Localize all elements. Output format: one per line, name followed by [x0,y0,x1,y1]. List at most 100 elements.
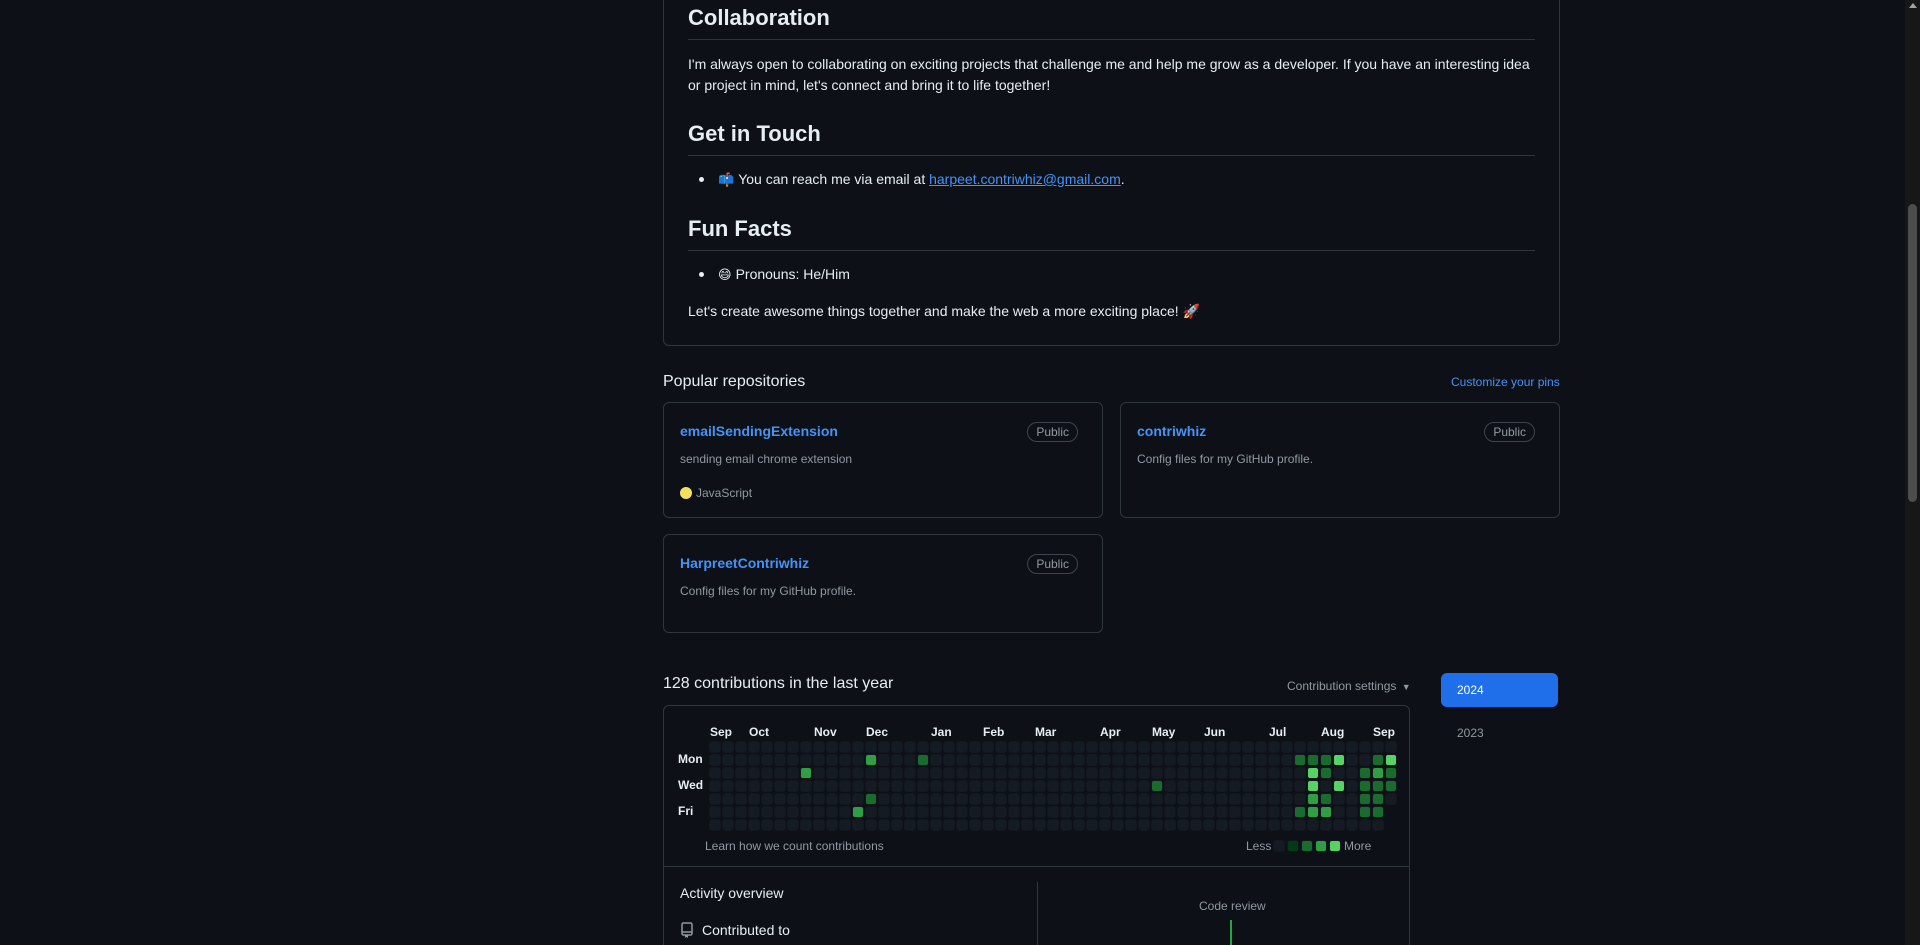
contribution-day-cell[interactable] [1152,768,1162,778]
contribution-day-cell[interactable] [827,742,837,752]
contribution-day-cell[interactable] [1022,755,1032,765]
contribution-day-cell[interactable] [775,781,785,791]
contribution-day-cell[interactable] [1009,768,1019,778]
contribution-day-cell[interactable] [788,807,798,817]
contribution-day-cell[interactable] [879,781,889,791]
contribution-day-cell[interactable] [814,781,824,791]
contribution-day-cell[interactable] [1269,807,1279,817]
contribution-day-cell[interactable] [736,755,746,765]
contribution-day-cell[interactable] [1139,781,1149,791]
contribution-day-cell[interactable] [1152,755,1162,765]
contribution-day-cell[interactable] [1009,820,1019,830]
contribution-day-cell[interactable] [1386,768,1396,778]
contribution-day-cell[interactable] [1165,820,1175,830]
contribution-day-cell[interactable] [788,781,798,791]
contribution-day-cell[interactable] [1048,742,1058,752]
contribution-day-cell[interactable] [1035,768,1045,778]
contribution-settings-dropdown[interactable]: Contribution settings ▼ [1287,679,1411,693]
contribution-day-cell[interactable] [1113,755,1123,765]
contribution-day-cell[interactable] [1269,768,1279,778]
contribution-day-cell[interactable] [1308,755,1318,765]
contribution-day-cell[interactable] [1334,781,1344,791]
contribution-day-cell[interactable] [723,820,733,830]
contribution-day-cell[interactable] [1282,807,1292,817]
contribution-day-cell[interactable] [892,807,902,817]
contribution-day-cell[interactable] [1048,807,1058,817]
contribution-day-cell[interactable] [1256,742,1266,752]
contribution-day-cell[interactable] [1035,781,1045,791]
contribution-day-cell[interactable] [840,781,850,791]
contribution-day-cell[interactable] [1061,820,1071,830]
contribution-day-cell[interactable] [1256,755,1266,765]
contribution-day-cell[interactable] [879,794,889,804]
contribution-day-cell[interactable] [762,742,772,752]
contribution-day-cell[interactable] [1087,742,1097,752]
contribution-day-cell[interactable] [905,768,915,778]
contribution-day-cell[interactable] [1321,755,1331,765]
contribution-day-cell[interactable] [1139,755,1149,765]
contribution-day-cell[interactable] [1048,820,1058,830]
contribution-day-cell[interactable] [1321,768,1331,778]
contribution-day-cell[interactable] [814,794,824,804]
contribution-day-cell[interactable] [814,820,824,830]
contribution-day-cell[interactable] [983,794,993,804]
contribution-day-cell[interactable] [944,781,954,791]
contribution-day-cell[interactable] [1061,807,1071,817]
contribution-day-cell[interactable] [1100,742,1110,752]
contribution-day-cell[interactable] [1126,742,1136,752]
contribution-day-cell[interactable] [1269,742,1279,752]
contribution-day-cell[interactable] [918,807,928,817]
contribution-day-cell[interactable] [1360,820,1370,830]
contribution-day-cell[interactable] [840,820,850,830]
contribution-day-cell[interactable] [892,820,902,830]
contribution-day-cell[interactable] [710,742,720,752]
contribution-day-cell[interactable] [853,742,863,752]
contribution-day-cell[interactable] [1386,742,1396,752]
contribution-day-cell[interactable] [1360,768,1370,778]
contribution-day-cell[interactable] [1178,781,1188,791]
contribution-day-cell[interactable] [1204,755,1214,765]
contribution-day-cell[interactable] [723,768,733,778]
contribution-day-cell[interactable] [1308,781,1318,791]
contribution-day-cell[interactable] [1113,781,1123,791]
contribution-day-cell[interactable] [762,768,772,778]
contribution-day-cell[interactable] [1295,755,1305,765]
contribution-day-cell[interactable] [1230,768,1240,778]
contribution-day-cell[interactable] [905,742,915,752]
contribution-day-cell[interactable] [1009,742,1019,752]
contribution-day-cell[interactable] [1217,807,1227,817]
contribution-day-cell[interactable] [1373,820,1383,830]
contribution-day-cell[interactable] [944,807,954,817]
contribution-day-cell[interactable] [1087,820,1097,830]
contribution-day-cell[interactable] [970,781,980,791]
contribution-day-cell[interactable] [1230,807,1240,817]
contribution-day-cell[interactable] [1347,768,1357,778]
contribution-day-cell[interactable] [1100,781,1110,791]
contribution-day-cell[interactable] [840,794,850,804]
contribution-day-cell[interactable] [905,781,915,791]
contribution-day-cell[interactable] [996,768,1006,778]
contribution-day-cell[interactable] [1074,742,1084,752]
contribution-day-cell[interactable] [970,755,980,765]
contribution-day-cell[interactable] [996,742,1006,752]
contribution-day-cell[interactable] [1282,794,1292,804]
contribution-day-cell[interactable] [1139,794,1149,804]
contribution-day-cell[interactable] [840,742,850,752]
contribution-day-cell[interactable] [1048,755,1058,765]
contribution-day-cell[interactable] [983,755,993,765]
contribution-day-cell[interactable] [1126,768,1136,778]
contribution-day-cell[interactable] [996,807,1006,817]
contribution-day-cell[interactable] [1334,768,1344,778]
contribution-day-cell[interactable] [1009,807,1019,817]
year-button-2024[interactable]: 2024 [1441,673,1558,707]
contribution-day-cell[interactable] [1269,781,1279,791]
contribution-day-cell[interactable] [866,807,876,817]
contribution-day-cell[interactable] [814,742,824,752]
contribution-day-cell[interactable] [866,768,876,778]
contribution-day-cell[interactable] [879,742,889,752]
contribution-day-cell[interactable] [918,781,928,791]
contribution-day-cell[interactable] [944,768,954,778]
contribution-day-cell[interactable] [905,820,915,830]
contribution-day-cell[interactable] [710,820,720,830]
contribution-day-cell[interactable] [1048,781,1058,791]
